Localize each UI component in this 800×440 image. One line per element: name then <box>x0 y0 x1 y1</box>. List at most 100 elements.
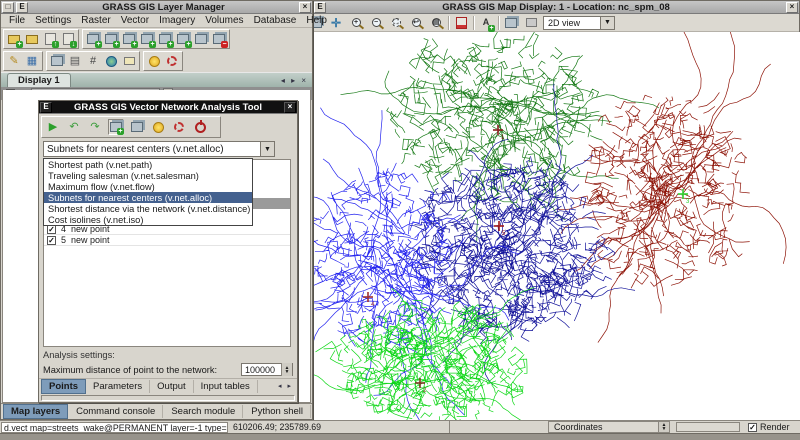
max-distance-label: Maximum distance of point to the network… <box>43 365 217 375</box>
edit-vector-icon[interactable]: ✎ <box>6 53 22 69</box>
menu-settings[interactable]: Settings <box>31 14 75 27</box>
menu-vector[interactable]: Vector <box>117 14 153 27</box>
stepper-icon[interactable]: ▲▼ <box>658 422 669 432</box>
chevron-down-icon[interactable]: ▼ <box>260 142 274 156</box>
add-group-icon[interactable]: + <box>175 31 191 47</box>
point-cat: 5 <box>61 235 66 245</box>
toolbar-separator <box>473 16 474 30</box>
analysis-method-select[interactable]: Subnets for nearest centers (v.net.alloc… <box>43 141 275 157</box>
run-analysis-icon[interactable]: ▶ <box>45 119 61 135</box>
render-toggle[interactable]: ✓ Render <box>748 422 790 432</box>
analyze-map-icon[interactable] <box>453 15 469 31</box>
dialog-tab-points[interactable]: Points <box>41 379 86 394</box>
statusbar-mode-select[interactable]: Coordinates ▲▼ <box>548 421 670 433</box>
layer-manager-menubar: FileSettingsRasterVectorImageryVolumesDa… <box>1 14 312 28</box>
tab-scroll-arrows[interactable]: ◂ ▸ × <box>277 76 312 87</box>
workspace-toolbar: + ↑ ↓ + + + + + + − <box>1 28 312 50</box>
zoom-extent-icon[interactable]: ⛶ <box>388 15 404 31</box>
method-option[interactable]: Cost isolines (v.net.iso) <box>44 214 252 225</box>
zoom-out-icon[interactable]: − <box>368 15 384 31</box>
method-option[interactable]: Maximum flow (v.net.flow) <box>44 181 252 192</box>
method-option[interactable]: Shortest distance via the network (v.net… <box>44 203 252 214</box>
snap-points-icon[interactable] <box>129 119 145 135</box>
dialog-tab-input-tables[interactable]: Input tables <box>194 380 258 393</box>
command-prompt-input[interactable]: d.vect map=streets_wake@PERMANENT layer=… <box>1 422 228 433</box>
save-workspace-icon[interactable]: ↓ <box>60 31 76 47</box>
north-subnet <box>341 32 660 242</box>
new-workspace-icon[interactable]: + <box>6 31 22 47</box>
graphical-modeler-icon[interactable]: # <box>85 53 101 69</box>
load-workspace-icon[interactable]: ↑ <box>42 31 58 47</box>
open-workspace-icon[interactable] <box>24 31 40 47</box>
chevron-down-icon[interactable]: ▼ <box>600 17 614 29</box>
menu-volumes[interactable]: Volumes <box>201 14 247 27</box>
render-label: Render <box>760 422 790 432</box>
menu-raster[interactable]: Raster <box>77 14 114 27</box>
add-label-icon[interactable] <box>121 53 137 69</box>
layer-manager-title: GRASS GIS Layer Manager <box>29 2 298 13</box>
add-overlay-icon[interactable]: A+ <box>478 15 494 31</box>
dialog-tab-output[interactable]: Output <box>150 380 194 393</box>
menu-database[interactable]: Database <box>250 14 301 27</box>
redo-icon[interactable]: ↷ <box>87 119 103 135</box>
layer-manager-titlebar[interactable]: □ E GRASS GIS Layer Manager × <box>1 1 312 14</box>
map-canvas[interactable]: 13542 <box>314 32 800 421</box>
menu-file[interactable]: File <box>5 14 29 27</box>
map-display-titlebar[interactable]: E GRASS GIS Map Display: 1 - Location: n… <box>313 1 799 14</box>
bottom-tab-command-console[interactable]: Command console <box>69 405 163 418</box>
dialog-tab-scroll-arrows[interactable]: ◂ ▸ <box>274 382 297 392</box>
menu-imagery[interactable]: Imagery <box>155 14 199 27</box>
dialog-tab-parameters[interactable]: Parameters <box>86 380 150 393</box>
zoom-in-icon[interactable]: + <box>348 15 364 31</box>
attribute-table-icon[interactable]: ▦ <box>24 53 40 69</box>
zoom-options-icon[interactable]: ▤ <box>428 15 444 31</box>
dialog-titlebar[interactable]: E GRASS GIS Vector Network Analysis Tool… <box>39 101 297 114</box>
shade-icon[interactable]: □ <box>2 2 14 13</box>
tab-display-1[interactable]: Display 1 <box>7 73 71 87</box>
raster-calculator-icon[interactable]: ▤ <box>67 53 83 69</box>
nviz-3d-icon[interactable] <box>103 53 119 69</box>
menu-help[interactable]: Help <box>302 14 331 27</box>
add-multiple-rasters-icon[interactable]: + <box>85 31 101 47</box>
close-icon[interactable]: × <box>299 2 311 13</box>
bottom-tab-python-shell[interactable]: Python shell <box>244 405 311 418</box>
close-icon[interactable]: × <box>786 2 798 13</box>
analysis-settings-label: Analysis settings: <box>43 350 293 360</box>
method-option[interactable]: Shortest path (v.net.path) <box>44 159 252 170</box>
view-mode-select[interactable]: 2D view ▼ <box>543 16 615 30</box>
add-vector-icon[interactable]: + <box>139 31 155 47</box>
settings-icon[interactable] <box>146 53 162 69</box>
point-checkbox[interactable]: ✓ <box>47 236 56 245</box>
close-icon[interactable]: × <box>284 102 296 113</box>
method-option[interactable]: Traveling salesman (v.net.salesman) <box>44 170 252 181</box>
method-option[interactable]: Subnets for nearest centers (v.net.alloc… <box>44 192 252 203</box>
help-icon[interactable] <box>164 53 180 69</box>
status-strip: d.vect map=streets_wake@PERMANENT layer=… <box>0 420 800 433</box>
bottom-tab-search-module[interactable]: Search module <box>164 405 243 418</box>
remove-layer-icon[interactable]: − <box>211 31 227 47</box>
point-row[interactable]: ✓5new point <box>44 235 290 246</box>
display-tab-bar: Display 1 ◂ ▸ × <box>1 72 312 87</box>
add-multiple-vectors-icon[interactable]: + <box>121 31 137 47</box>
stepper-icon[interactable]: ▲▼ <box>281 363 292 376</box>
statusbar-mode-value: Coordinates <box>554 422 603 432</box>
save-display-icon[interactable] <box>503 15 519 31</box>
zoom-back-icon[interactable]: ↩ <box>408 15 424 31</box>
bottom-tab-map-layers[interactable]: Map layers <box>3 404 68 419</box>
dialog-help-icon[interactable] <box>171 119 187 135</box>
add-overlays-icon[interactable] <box>193 31 209 47</box>
analysis-settings-group: Analysis settings: Maximum distance of p… <box>43 350 293 376</box>
quit-icon[interactable] <box>192 119 208 135</box>
render-checkbox[interactable]: ✓ <box>748 423 757 432</box>
print-icon[interactable] <box>523 15 539 31</box>
undo-icon[interactable]: ↶ <box>66 119 82 135</box>
add-map-elements-icon[interactable]: + <box>157 31 173 47</box>
max-distance-spinner[interactable]: 100000 ▲▼ <box>241 363 293 376</box>
dialog-tab-bar: PointsParametersOutputInput tables ◂ ▸ <box>39 378 297 394</box>
new-display-icon[interactable] <box>49 53 65 69</box>
add-raster-icon[interactable]: + <box>103 31 119 47</box>
insert-points-icon[interactable]: + <box>108 119 124 135</box>
map-display-window: E GRASS GIS Map Display: 1 - Location: n… <box>312 0 800 420</box>
street-network-map: 13542 <box>314 32 800 421</box>
dialog-settings-icon[interactable] <box>150 119 166 135</box>
